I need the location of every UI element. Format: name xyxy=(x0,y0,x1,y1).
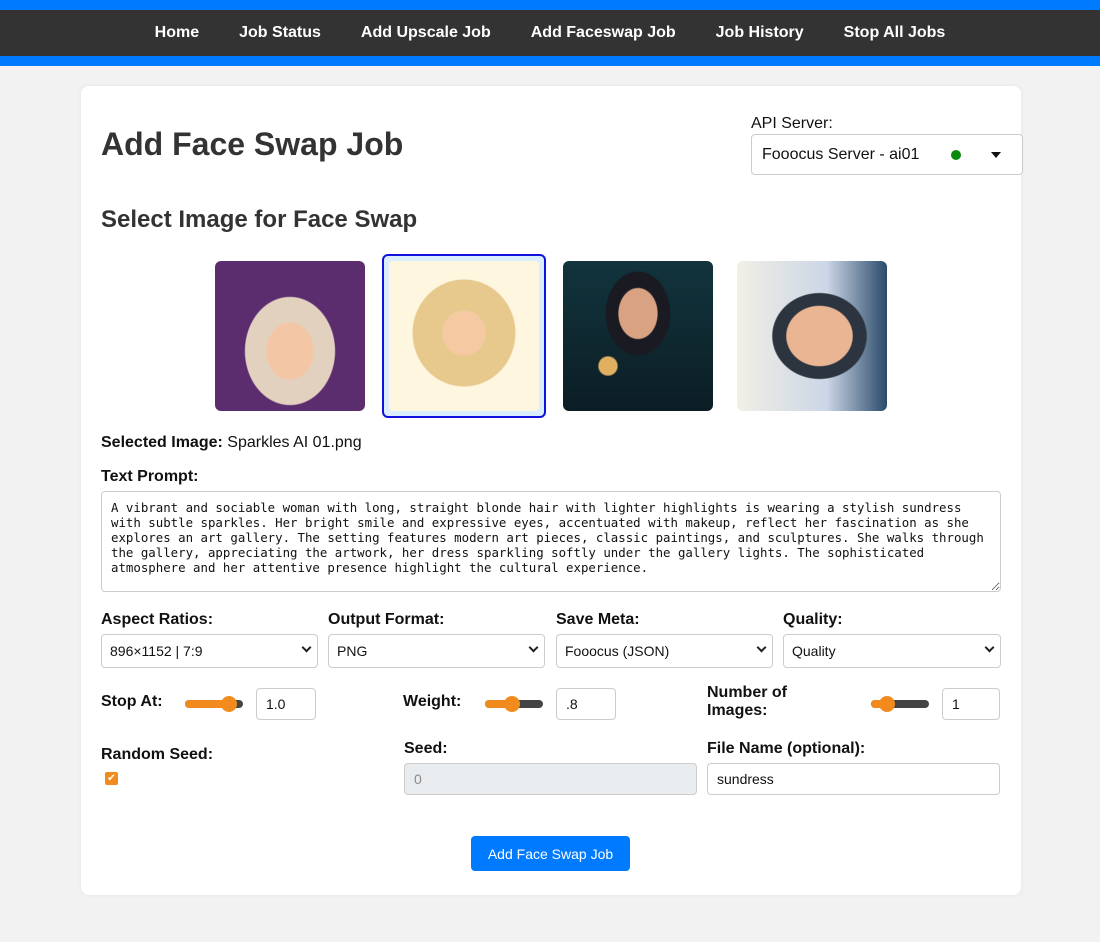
main-nav: Home Job Status Add Upscale Job Add Face… xyxy=(0,10,1100,56)
num-images-label: Number of Images: xyxy=(707,684,787,720)
save-meta-label: Save Meta: xyxy=(556,611,640,628)
caret-down-icon xyxy=(991,152,1001,158)
api-server-value: Fooocus Server - ai01 xyxy=(762,145,920,163)
image-gallery xyxy=(81,254,1021,418)
nav-job-history[interactable]: Job History xyxy=(716,24,804,42)
nav-stop-all-jobs[interactable]: Stop All Jobs xyxy=(844,24,946,42)
slider-handle[interactable] xyxy=(504,696,521,712)
checkmark-icon: ✔ xyxy=(107,773,116,784)
seed-label: Seed: xyxy=(404,740,448,757)
aspect-ratio-select[interactable]: 896×1152 | 7:9 xyxy=(101,634,318,668)
file-name-input[interactable] xyxy=(707,763,1000,795)
num-images-slider[interactable] xyxy=(871,696,929,712)
section-title: Select Image for Face Swap xyxy=(101,206,418,233)
weight-label: Weight: xyxy=(403,693,462,710)
selected-image-label: Selected Image: xyxy=(101,434,223,451)
selected-image-line: Selected Image: Sparkles AI 01.png xyxy=(101,434,362,452)
aspect-ratio-label: Aspect Ratios: xyxy=(101,611,214,628)
page-title: Add Face Swap Job xyxy=(101,126,404,162)
selected-image-value: Sparkles AI 01.png xyxy=(227,434,362,451)
num-images-label-line1: Number of xyxy=(707,684,787,701)
num-images-input[interactable] xyxy=(942,688,1000,720)
random-seed-label: Random Seed: xyxy=(101,746,214,763)
output-format-label: Output Format: xyxy=(328,611,445,628)
thumbnail-image xyxy=(563,261,713,411)
seed-input[interactable] xyxy=(404,763,697,795)
nav-job-status[interactable]: Job Status xyxy=(239,24,321,42)
gallery-image-woman-purple[interactable] xyxy=(215,261,365,411)
thumbnail-image xyxy=(737,261,887,411)
server-status-dot-icon xyxy=(951,150,961,160)
gallery-image-man-stage[interactable] xyxy=(563,261,713,411)
quality-select[interactable]: Quality xyxy=(783,634,1001,668)
nav-home[interactable]: Home xyxy=(155,24,199,42)
prompt-label: Text Prompt: xyxy=(101,468,199,485)
num-images-label-line2: Images: xyxy=(707,702,768,719)
stop-at-label: Stop At: xyxy=(101,693,163,710)
prompt-textarea[interactable]: A vibrant and sociable woman with long, … xyxy=(101,491,1001,592)
add-face-swap-job-button[interactable]: Add Face Swap Job xyxy=(471,836,630,871)
random-seed-checkbox[interactable]: ✔ xyxy=(105,772,118,785)
nav-add-upscale-job[interactable]: Add Upscale Job xyxy=(361,24,491,42)
weight-input[interactable] xyxy=(556,688,616,720)
slider-handle[interactable] xyxy=(879,696,896,712)
api-server-label: API Server: xyxy=(751,115,833,132)
stop-at-slider[interactable] xyxy=(185,696,243,712)
thumbnail-image xyxy=(215,261,365,411)
output-format-select[interactable]: PNG xyxy=(328,634,545,668)
gallery-image-man-closeup[interactable] xyxy=(737,261,887,411)
api-server-select[interactable]: Fooocus Server - ai01 xyxy=(751,134,1023,175)
nav-add-faceswap-job[interactable]: Add Faceswap Job xyxy=(531,24,676,42)
weight-slider[interactable] xyxy=(485,696,543,712)
gallery-image-woman-sparkles-selected[interactable] xyxy=(382,254,546,418)
quality-label: Quality: xyxy=(783,611,843,628)
top-bar: Home Job Status Add Upscale Job Add Face… xyxy=(0,0,1100,66)
form-card: Add Face Swap Job API Server: Fooocus Se… xyxy=(81,86,1023,895)
slider-handle[interactable] xyxy=(220,696,237,712)
save-meta-select[interactable]: Fooocus (JSON) xyxy=(556,634,773,668)
thumbnail-image xyxy=(389,261,539,411)
file-name-label: File Name (optional): xyxy=(707,740,866,757)
stop-at-input[interactable] xyxy=(256,688,316,720)
